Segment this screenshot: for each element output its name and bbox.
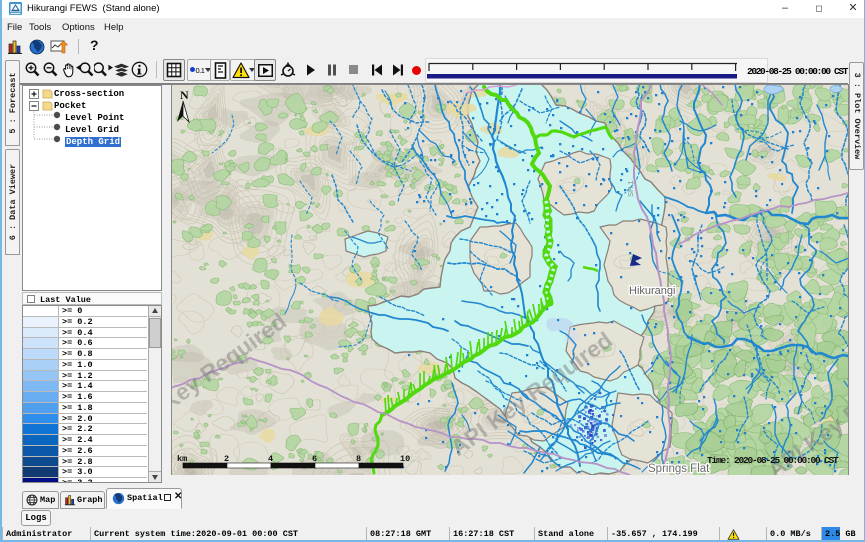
- svg-text:8: 8: [356, 454, 361, 464]
- svg-text:4: 4: [268, 454, 273, 464]
- svg-text:Springs Flat: Springs Flat: [648, 463, 710, 475]
- svg-text:Time: 2020-08-25 00:00:00 CST: Time: 2020-08-25 00:00:00 CST: [707, 455, 839, 466]
- svg-text:N: N: [180, 88, 189, 102]
- svg-text:2: 2: [224, 454, 229, 464]
- svg-text:10: 10: [400, 454, 410, 464]
- svg-text:6: 6: [312, 454, 317, 464]
- svg-text:km: km: [177, 454, 187, 464]
- svg-text:SH 1: SH 1: [626, 180, 635, 197]
- svg-text:Hikurangi: Hikurangi: [629, 285, 675, 297]
